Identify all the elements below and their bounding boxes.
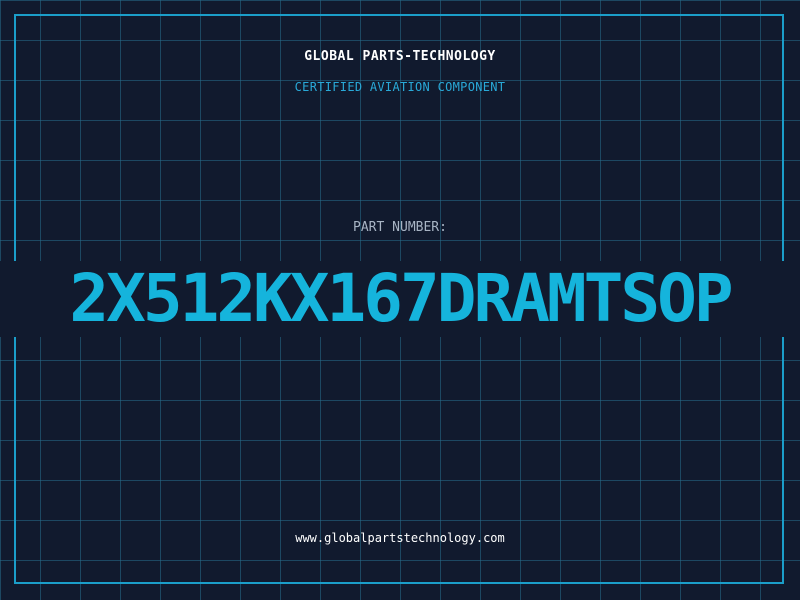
part-number-label: PART NUMBER:	[353, 220, 447, 235]
website-url: www.globalpartstechnology.com	[295, 531, 505, 545]
part-number-value: 2X512KX167DRAMTSOP	[69, 263, 733, 335]
part-label-card: GLOBAL PARTS-TECHNOLOGY CERTIFIED AVIATI…	[0, 0, 800, 600]
certification-tagline: CERTIFIED AVIATION COMPONENT	[294, 80, 506, 94]
company-name: GLOBAL PARTS-TECHNOLOGY	[304, 49, 496, 64]
